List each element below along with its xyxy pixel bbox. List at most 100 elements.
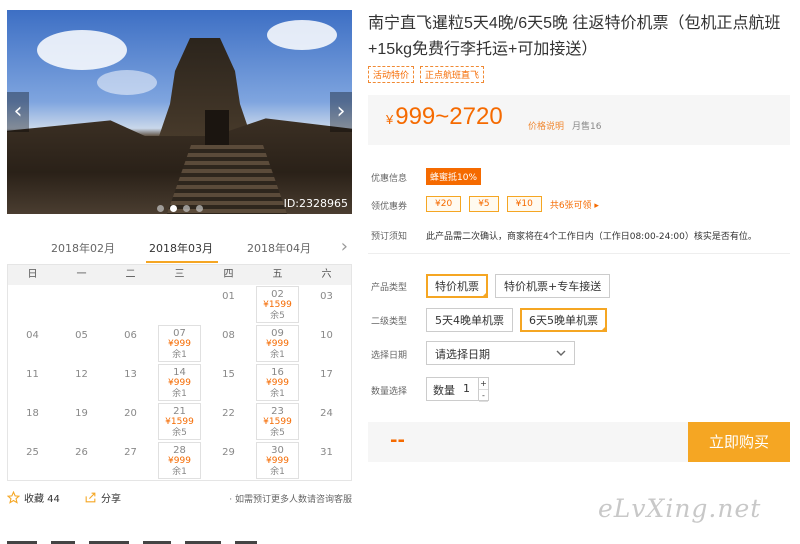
calendar-date: 08 [222,330,235,341]
calendar-date: 29 [222,447,235,458]
gallery-prev-button[interactable]: ‹ [7,92,29,132]
gallery-dot[interactable] [157,205,164,212]
weekday-label: 四 [223,269,234,280]
calendar-day: 26 [57,441,106,480]
share-button[interactable]: 分享 [84,490,121,505]
calendar-price: ¥999 [266,378,289,388]
calendar-date: 16 [271,367,284,378]
calendar-day [8,285,57,324]
calendar-remaining: 余1 [172,350,187,360]
notice-label: 预订须知 [371,232,408,242]
gallery-dot[interactable] [183,205,190,212]
weekday-label: 六 [321,269,332,280]
calendar-day-available[interactable]: 02 ¥1599 余5 [253,285,302,324]
calendar-weekday-header: 日一二三四五六 [8,265,351,285]
calendar-remaining: 余1 [270,467,285,477]
favorite-button[interactable]: 收藏 44 [7,490,60,505]
active-month-indicator [146,261,218,263]
calendar-date: 03 [320,291,333,302]
calendar-day-available[interactable]: 28 ¥999 余1 [155,441,204,480]
gallery-dots[interactable] [157,205,203,212]
calendar-date: 12 [75,369,88,380]
calendar-date: 14 [173,367,186,378]
tab-month-prev[interactable]: 2018年02月 [51,240,115,256]
calendar-date: 15 [222,369,235,380]
coupon-button[interactable]: ¥5 [469,196,499,212]
calendar-day [106,285,155,324]
tab-month-current[interactable]: 2018年03月 [149,240,213,256]
calendar-day-available[interactable]: 23 ¥1599 余5 [253,402,302,441]
calendar-remaining: 余5 [172,428,187,438]
calendar-date: 18 [26,408,39,419]
monthly-sold: 月售16 [572,122,602,132]
booking-notice: 此产品需二次确认，商家将在4个工作日内（工作日08:00-24:00）核实是否有… [426,232,757,242]
calendar-day: 27 [106,441,155,480]
coupon-more-link[interactable]: 共6张可领 ▸ [550,198,599,211]
calendar-remaining: 余5 [270,428,285,438]
calendar-price: ¥999 [266,339,289,349]
date-select[interactable]: 请选择日期 [426,341,575,365]
calendar-day: 19 [57,402,106,441]
quantity-label: 数量选择 [371,387,408,397]
weekday-label: 三 [174,269,185,280]
product-image-gallery[interactable]: ‹ › ID:2328965 [7,10,352,214]
calendar-day: 12 [57,363,106,402]
price-note-link[interactable]: 价格说明 [528,119,564,132]
calendar-price: ¥1599 [263,417,292,427]
calendar-day: 10 [302,324,351,363]
sub-type-options: 5天4晚单机票 6天5晚单机票 [426,308,607,332]
share-bar: 收藏 44 分享 · 如需预订更多人数请咨询客服 [7,490,352,508]
weekday-label: 五 [272,269,283,280]
calendar-price: ¥999 [168,339,191,349]
calendar-day: 31 [302,441,351,480]
chevron-down-icon [556,350,566,356]
sub-type-option[interactable]: 5天4晚单机票 [426,308,513,332]
calendar-date: 06 [124,330,137,341]
calendar-date: 17 [320,369,333,380]
product-type-option[interactable]: 特价机票 [426,274,488,298]
gallery-dot[interactable] [170,205,177,212]
coupon-button[interactable]: ¥20 [426,196,462,212]
image-id-label: ID:2328965 [283,197,348,210]
calendar-price: ¥1599 [165,417,194,427]
calendar-date: 13 [124,369,137,380]
buy-now-button[interactable]: 立即购买 [688,422,790,462]
calendar-day-available[interactable]: 30 ¥999 余1 [253,441,302,480]
tab-month-next[interactable]: 2018年04月 [247,240,311,256]
quantity-text: 数量 [433,384,455,397]
gallery-dot[interactable] [196,205,203,212]
sub-type-option[interactable]: 6天5晚单机票 [520,308,607,332]
product-type-options: 特价机票 特价机票+专车接送 [426,274,611,298]
weekday-label: 日 [27,269,38,280]
coupon-button[interactable]: ¥10 [506,196,542,212]
total-price: -- [390,430,405,451]
calendar-day-available[interactable]: 07 ¥999 余1 [155,324,204,363]
calendar-day: 17 [302,363,351,402]
calendar-day-available[interactable]: 14 ¥999 余1 [155,363,204,402]
calendar-day: 18 [8,402,57,441]
calendar-day-available[interactable]: 09 ¥999 余1 [253,324,302,363]
calendar-day: 05 [57,324,106,363]
product-tags: 活动特价 正点航班直飞 [368,66,485,83]
buy-bar: -- 立即购买 [368,422,790,462]
quantity-minus-button[interactable]: - [479,390,488,402]
product-type-option[interactable]: 特价机票+专车接送 [495,274,611,298]
gallery-next-button[interactable]: › [330,92,352,132]
calendar-remaining: 余1 [172,389,187,399]
calendar: 日一二三四五六 01 02 ¥1599 余5 03 04 05 06 07 ¥999 余1 08 09 ¥… [7,264,352,481]
star-icon [7,491,20,504]
calendar-next-icon[interactable]: › [341,236,348,257]
calendar-day-available[interactable]: 21 ¥1599 余5 [155,402,204,441]
consult-link[interactable]: · 如需预订更多人数请咨询客服 [229,492,352,505]
quantity-plus-button[interactable]: + [479,378,488,390]
calendar-day: 24 [302,402,351,441]
calendar-date: 05 [75,330,88,341]
calendar-day: 11 [8,363,57,402]
calendar-date: 01 [222,291,235,302]
calendar-price: ¥999 [266,456,289,466]
calendar-price: ¥999 [168,456,191,466]
watermark-logo: eLvXing.net [598,494,762,523]
calendar-day-available[interactable]: 16 ¥999 余1 [253,363,302,402]
quantity-value[interactable]: 1 [463,382,470,395]
calendar-remaining: 余1 [270,389,285,399]
